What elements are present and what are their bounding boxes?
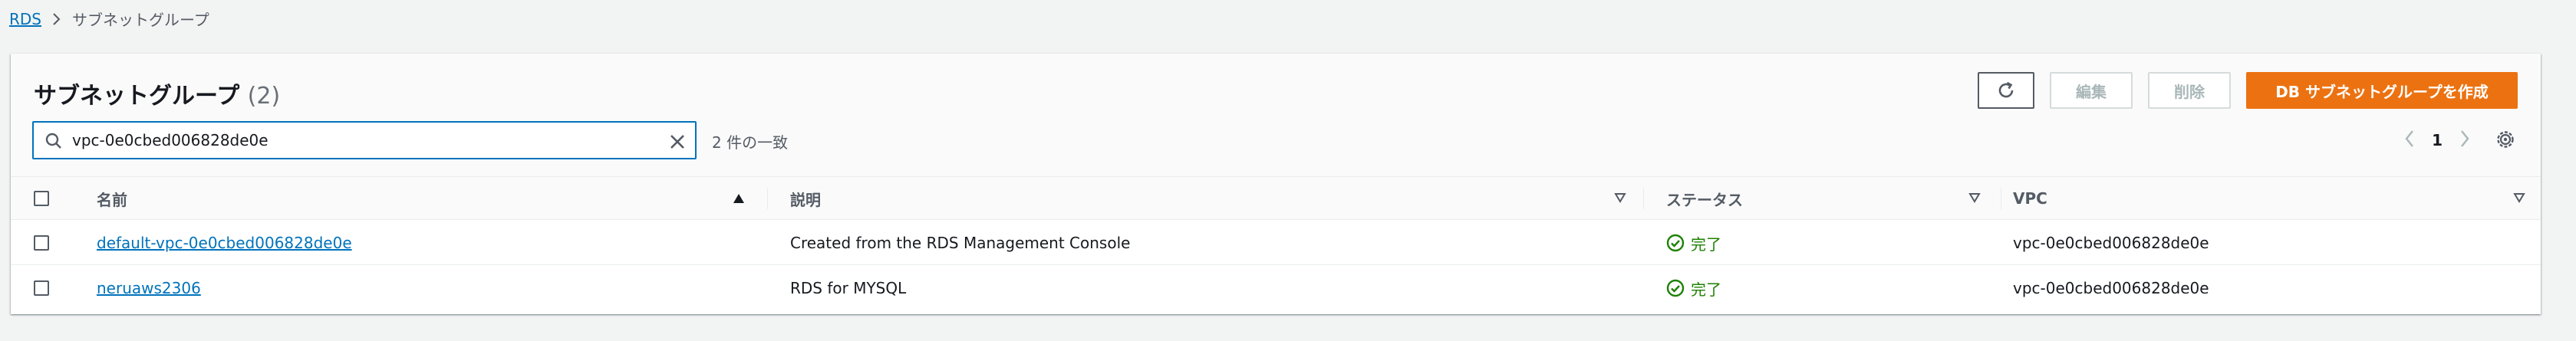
refresh-icon bbox=[1998, 81, 2014, 98]
chevron-right-icon bbox=[51, 11, 63, 27]
edit-button[interactable]: 編集 bbox=[2050, 72, 2133, 109]
cell-name: default-vpc-0e0cbed006828de0e bbox=[97, 221, 352, 265]
search-input[interactable] bbox=[72, 129, 655, 152]
sort-icon[interactable] bbox=[1968, 192, 1981, 203]
breadcrumb-current: サブネットグループ bbox=[72, 11, 209, 29]
page-title: サブネットグループ (2) bbox=[34, 77, 280, 110]
breadcrumb-rds-link[interactable]: RDS bbox=[9, 10, 41, 28]
subnet-group-link[interactable]: default-vpc-0e0cbed006828de0e bbox=[97, 234, 352, 252]
sort-icon[interactable] bbox=[2513, 192, 2525, 203]
column-header-name[interactable]: 名前 bbox=[97, 177, 127, 220]
chevron-right-icon[interactable] bbox=[2459, 129, 2470, 152]
column-divider bbox=[1643, 188, 1644, 209]
search-icon bbox=[45, 133, 61, 149]
status-success-icon bbox=[1666, 234, 1685, 252]
subnet-group-link[interactable]: neruaws2306 bbox=[97, 279, 201, 297]
status-success-icon bbox=[1666, 279, 1685, 297]
status-label: 完了 bbox=[1691, 280, 1721, 299]
column-header-vpc[interactable]: VPC bbox=[2013, 177, 2047, 220]
subnet-groups-panel: サブネットグループ (2) 編集 削除 DB サブネットグループを作成 vpc-… bbox=[11, 54, 2541, 314]
title-count: (2) bbox=[247, 83, 281, 110]
pagination: 1 bbox=[2404, 129, 2470, 152]
cell-status: 完了 bbox=[1666, 266, 1721, 310]
delete-button[interactable]: 削除 bbox=[2148, 72, 2231, 109]
column-description-label: 説明 bbox=[790, 190, 821, 209]
row-checkbox[interactable] bbox=[34, 235, 49, 251]
cell-vpc: vpc-0e0cbed006828de0e bbox=[2013, 279, 2209, 297]
status-label: 完了 bbox=[1691, 234, 1721, 254]
cell-description: RDS for MYSQL bbox=[790, 279, 907, 297]
column-header-status[interactable]: ステータス bbox=[1666, 177, 1743, 220]
sort-ascending-icon[interactable] bbox=[732, 192, 746, 205]
panel-header: サブネットグループ (2) 編集 削除 DB サブネットグループを作成 vpc-… bbox=[11, 54, 2541, 177]
header-actions: 編集 削除 DB サブネットグループを作成 bbox=[1978, 72, 2518, 109]
column-header-description[interactable]: 説明 bbox=[790, 177, 821, 220]
sort-icon[interactable] bbox=[1614, 192, 1626, 203]
column-name-label: 名前 bbox=[97, 190, 127, 209]
column-divider bbox=[767, 188, 768, 209]
current-page[interactable]: 1 bbox=[2432, 131, 2443, 149]
column-status-label: ステータス bbox=[1666, 190, 1743, 209]
refresh-button[interactable] bbox=[1978, 72, 2034, 109]
cell-status: 完了 bbox=[1666, 221, 1721, 265]
title-text: サブネットグループ bbox=[34, 83, 240, 110]
match-count: 2 件の一致 bbox=[712, 133, 789, 152]
select-all-checkbox[interactable] bbox=[34, 191, 49, 206]
table-header: 名前 説明 ステータス VPC bbox=[11, 177, 2541, 220]
cell-description: Created from the RDS Management Console bbox=[790, 234, 1131, 252]
column-vpc-label: VPC bbox=[2013, 189, 2047, 208]
create-subnet-group-button[interactable]: DB サブネットグループを作成 bbox=[2246, 72, 2518, 109]
table-row[interactable]: neruaws2306 RDS for MYSQL 完了 vpc-0e0cbed… bbox=[11, 266, 2541, 310]
cell-vpc: vpc-0e0cbed006828de0e bbox=[2013, 234, 2209, 252]
table-row[interactable]: default-vpc-0e0cbed006828de0e Created fr… bbox=[11, 221, 2541, 265]
breadcrumb: RDS サブネットグループ bbox=[9, 8, 209, 30]
gear-icon[interactable] bbox=[2495, 129, 2516, 150]
chevron-left-icon[interactable] bbox=[2404, 129, 2415, 152]
cell-name: neruaws2306 bbox=[97, 266, 201, 310]
search-box bbox=[32, 121, 697, 159]
row-checkbox[interactable] bbox=[34, 280, 49, 296]
clear-icon[interactable] bbox=[667, 132, 687, 152]
